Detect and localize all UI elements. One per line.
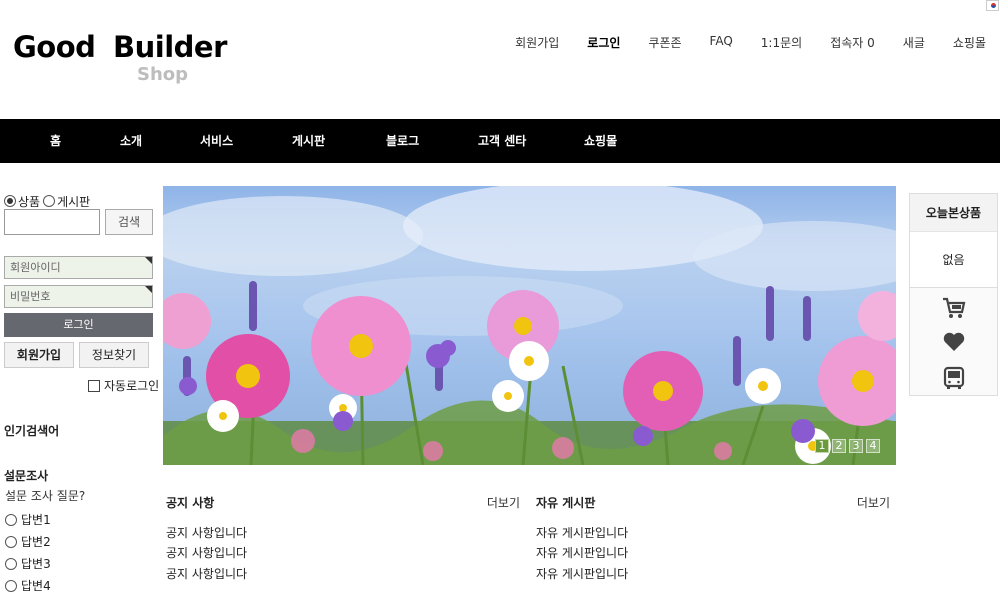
list-item[interactable]: 공지 사항입니다 (166, 544, 247, 561)
bus-icon[interactable] (941, 365, 967, 391)
poll-option-radio[interactable] (5, 513, 17, 526)
today-viewed-panel: 오늘본상품 없음 (909, 193, 998, 396)
top-link-login[interactable]: 로그인 (587, 34, 620, 51)
poll-option-radio[interactable] (5, 579, 17, 592)
search-button[interactable]: 검색 (105, 209, 153, 235)
list-item[interactable]: 공지 사항입니다 (166, 565, 247, 582)
search-scope: 상품 게시판 (4, 193, 156, 209)
poll-option-4[interactable]: 답변4 (5, 577, 51, 594)
poll-question: 설문 조사 질문? (5, 489, 86, 503)
scope-product-label: 상품 (18, 194, 41, 209)
main-banner[interactable]: 1 2 3 4 (163, 186, 896, 465)
left-sidebar: 상품 게시판 검색 회원아이디 비밀번호 로그인 회원가입 정보찾기 자동로그인… (4, 193, 159, 593)
banner-page-2[interactable]: 2 (832, 439, 846, 453)
scope-product-radio[interactable] (4, 195, 16, 207)
free-board-title[interactable]: 자유 게시판 (536, 494, 595, 511)
nav-item-blog[interactable]: 블로그 (386, 119, 419, 163)
today-viewed-title: 오늘본상품 (910, 194, 997, 232)
list-item[interactable]: 자유 게시판입니다 (536, 565, 628, 582)
find-info-button[interactable]: 정보찾기 (79, 342, 149, 368)
poll-title: 설문조사 (4, 469, 49, 483)
notice-board-title[interactable]: 공지 사항 (166, 494, 214, 511)
nav-item-board[interactable]: 게시판 (292, 119, 325, 163)
nav-item-customer-center[interactable]: 고객 센타 (478, 119, 526, 163)
nav-item-home[interactable]: 홈 (50, 119, 61, 163)
site-logo[interactable]: Good Builder Shop (13, 30, 243, 90)
scope-board-label: 게시판 (57, 194, 91, 209)
top-link-shop[interactable]: 쇼핑몰 (953, 34, 986, 51)
list-item[interactable]: 자유 게시판입니다 (536, 544, 628, 561)
today-viewed-empty: 없음 (910, 232, 997, 288)
nav-item-about[interactable]: 소개 (120, 119, 142, 163)
login-button[interactable]: 로그인 (4, 313, 153, 337)
scope-board-radio[interactable] (43, 195, 56, 207)
nav-item-shop[interactable]: 쇼핑몰 (584, 119, 617, 163)
free-more-link[interactable]: 더보기 (857, 494, 890, 511)
banner-page-1[interactable]: 1 (815, 439, 829, 453)
logo-main-text: Good Builder (13, 30, 227, 64)
poll-option-label: 답변2 (21, 535, 51, 549)
banner-page-4[interactable]: 4 (866, 439, 880, 453)
notice-more-link[interactable]: 더보기 (487, 494, 520, 511)
top-links: 회원가입 로그인 쿠폰존 FAQ 1:1문의 접속자 0 새글 쇼핑몰 (487, 34, 986, 51)
language-flag-icon[interactable] (986, 0, 999, 11)
nav-item-service[interactable]: 서비스 (200, 119, 233, 163)
top-link-inquiry[interactable]: 1:1문의 (761, 34, 802, 51)
poll-option-label: 답변3 (21, 557, 51, 571)
top-link-faq[interactable]: FAQ (710, 34, 733, 51)
poll-option-label: 답변1 (21, 513, 51, 527)
banner-pager: 1 2 3 4 (815, 439, 880, 453)
top-link-new-posts[interactable]: 새글 (903, 34, 925, 51)
banner-page-3[interactable]: 3 (849, 439, 863, 453)
cart-icon[interactable] (941, 295, 967, 321)
member-id-input[interactable]: 회원아이디 (4, 256, 153, 279)
auto-login-checkbox[interactable] (88, 379, 100, 392)
poll-option-1[interactable]: 답변1 (5, 511, 51, 528)
list-item[interactable]: 공지 사항입니다 (166, 524, 247, 541)
auto-login-label: 자동로그인 (104, 379, 160, 393)
list-item[interactable]: 자유 게시판입니다 (536, 524, 628, 541)
poll-option-radio[interactable] (5, 535, 17, 548)
search-input[interactable] (4, 209, 100, 235)
banner-flowers-image (163, 186, 896, 465)
main-nav: 홈 소개 서비스 게시판 블로그 고객 센타 쇼핑몰 (0, 119, 1000, 163)
popular-search-title: 인기검색어 (4, 424, 60, 438)
top-link-join[interactable]: 회원가입 (515, 34, 559, 51)
poll-option-label: 답변4 (21, 579, 51, 593)
auto-login[interactable]: 자동로그인 (88, 377, 159, 394)
poll-option-3[interactable]: 답변3 (5, 555, 51, 572)
heart-icon[interactable] (941, 329, 967, 355)
poll-option-radio[interactable] (5, 557, 17, 570)
join-button[interactable]: 회원가입 (4, 342, 74, 368)
poll-option-2[interactable]: 답변2 (5, 533, 51, 550)
password-input[interactable]: 비밀번호 (4, 285, 153, 308)
top-link-visitors[interactable]: 접속자 0 (830, 34, 875, 51)
logo-sub-text: Shop (137, 64, 189, 85)
top-link-coupon[interactable]: 쿠폰존 (648, 34, 681, 51)
